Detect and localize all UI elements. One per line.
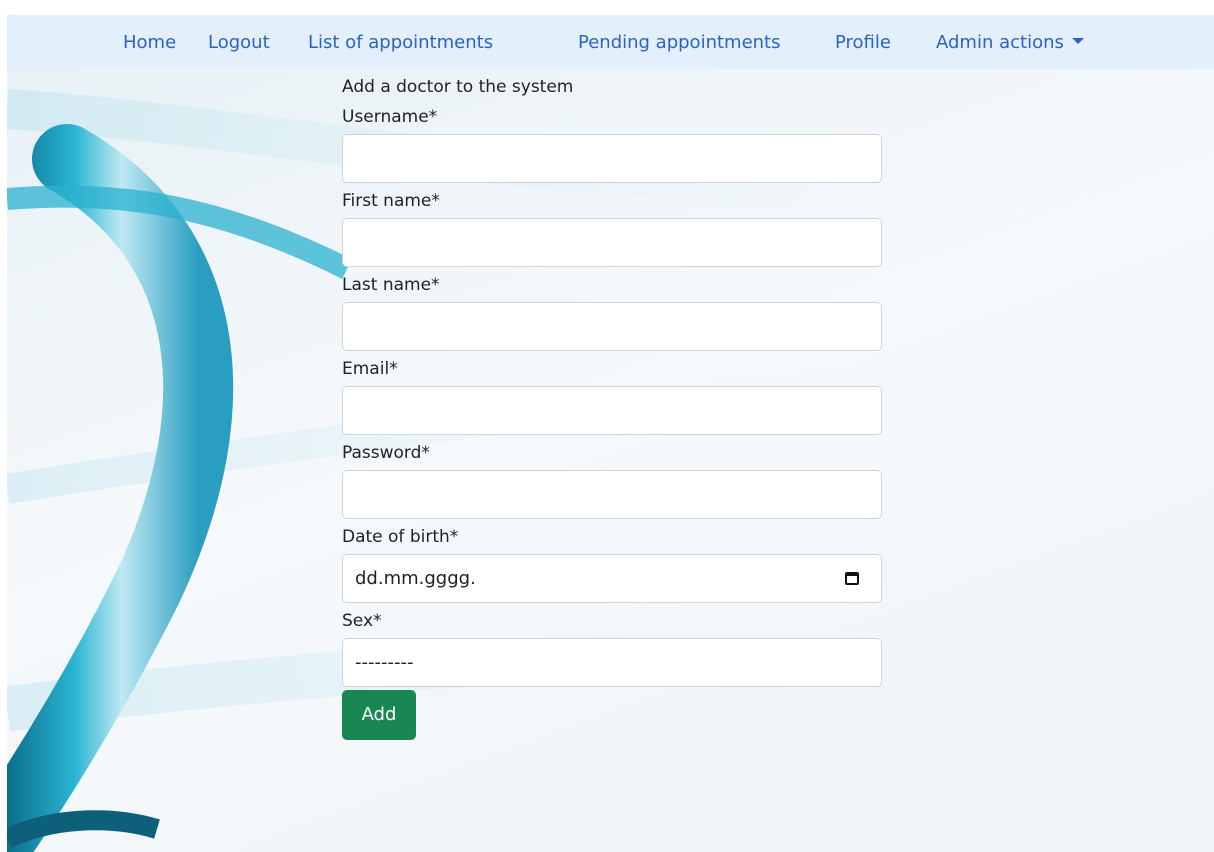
first-name-input[interactable]	[342, 218, 882, 267]
nav-appointments-link[interactable]: List of appointments	[308, 32, 493, 54]
caret-down-icon	[1071, 38, 1084, 44]
sex-select[interactable]: ---------	[342, 638, 882, 687]
last-name-input[interactable]	[342, 302, 882, 351]
add-button[interactable]: Add	[342, 690, 416, 740]
date-of-birth-placeholder: dd.mm.gggg.	[355, 568, 476, 589]
password-label: Password*	[342, 443, 430, 463]
background-image	[7, 69, 1214, 852]
sex-label: Sex*	[342, 611, 382, 631]
nav-pending-appointments-link[interactable]: Pending appointments	[578, 32, 781, 54]
nav-home-link[interactable]: Home	[123, 32, 176, 54]
nav-profile-link[interactable]: Profile	[835, 32, 891, 54]
email-label: Email*	[342, 359, 398, 379]
email-input[interactable]	[342, 386, 882, 435]
username-input[interactable]	[342, 134, 882, 183]
nav-logout-link[interactable]: Logout	[208, 32, 270, 54]
top-navbar: Home Logout List of appointments Pending…	[7, 15, 1214, 69]
last-name-label: Last name*	[342, 275, 440, 295]
date-of-birth-label: Date of birth*	[342, 527, 459, 547]
nav-admin-actions-dropdown[interactable]: Admin actions	[936, 32, 1084, 54]
first-name-label: First name*	[342, 191, 440, 211]
sex-selected-value: ---------	[355, 652, 414, 673]
username-label: Username*	[342, 107, 438, 127]
nav-admin-actions-label: Admin actions	[936, 32, 1064, 53]
calendar-icon[interactable]	[845, 572, 859, 585]
password-input[interactable]	[342, 470, 882, 519]
date-of-birth-input[interactable]: dd.mm.gggg.	[342, 554, 882, 603]
form-title: Add a doctor to the system	[342, 77, 574, 97]
stethoscope-graphic	[7, 89, 1214, 852]
